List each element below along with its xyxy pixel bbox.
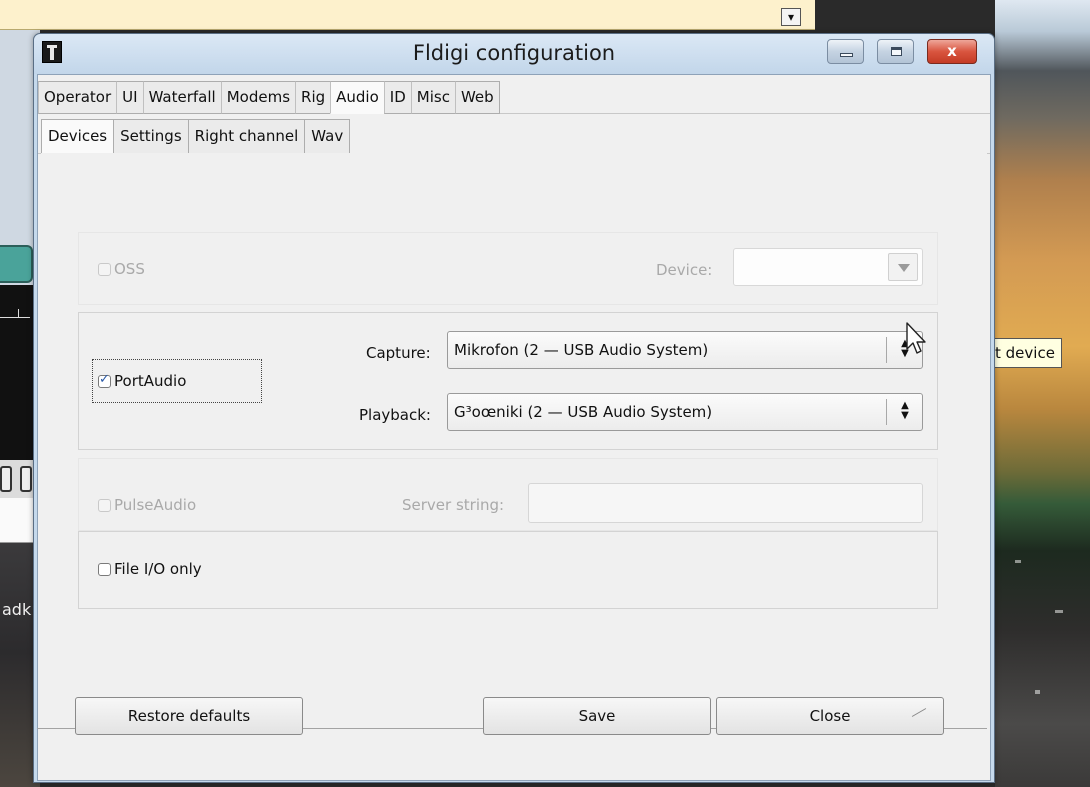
desktop-wallpaper	[995, 0, 1090, 787]
playback-device-value: G³oœniki (2 — USB Audio System)	[454, 403, 713, 421]
oss-checkbox[interactable]: OSS	[98, 260, 145, 278]
tab-id[interactable]: ID	[383, 81, 411, 114]
tab-modems[interactable]: Modems	[220, 81, 296, 114]
file-io-checkbox-box	[98, 562, 111, 576]
tab-rig[interactable]: Rig	[295, 81, 331, 114]
playback-label: Playback:	[359, 406, 431, 424]
file-io-checkbox[interactable]: File I/O only	[98, 560, 202, 578]
main-tab-bar: Operator UI Waterfall Modems Rig Audio I…	[38, 81, 500, 114]
file-io-group: File I/O only	[78, 531, 938, 609]
background-window-top	[0, 0, 815, 30]
tab-wav[interactable]: Wav	[304, 119, 351, 154]
oss-label: OSS	[114, 260, 145, 278]
playback-device-select[interactable]: G³oœniki (2 — USB Audio System) ▲ ▼	[447, 393, 923, 431]
minimize-icon	[840, 53, 853, 57]
minimize-button[interactable]	[827, 39, 864, 64]
file-io-label: File I/O only	[114, 560, 202, 578]
device-label: Device:	[656, 261, 713, 279]
window-close-button[interactable]: x	[927, 39, 977, 64]
pulseaudio-group: PulseAudio Server string:	[78, 458, 938, 531]
portaudio-checkbox-box	[98, 372, 111, 388]
pulseaudio-checkbox[interactable]: PulseAudio	[98, 496, 196, 514]
tab-web[interactable]: Web	[454, 81, 500, 114]
tab-operator[interactable]: Operator	[38, 81, 117, 114]
server-string-label: Server string:	[402, 496, 505, 514]
chevron-down-icon	[888, 253, 918, 281]
mouse-pointer-icon	[906, 322, 926, 354]
dialog-content: Operator UI Waterfall Modems Rig Audio I…	[37, 74, 991, 781]
close-button[interactable]: Close	[716, 697, 944, 735]
background-tooltip: t device	[988, 338, 1062, 368]
maximize-icon	[891, 47, 902, 56]
devices-panel: OSS Device: PortAudio Capture: Mikrofon …	[41, 153, 987, 765]
maximize-button[interactable]	[877, 39, 914, 64]
oss-device-select[interactable]	[733, 248, 923, 286]
tab-devices[interactable]: Devices	[41, 119, 114, 154]
tab-right-channel[interactable]: Right channel	[187, 119, 305, 154]
pulseaudio-label: PulseAudio	[114, 496, 197, 514]
tab-misc[interactable]: Misc	[410, 81, 455, 114]
server-string-input[interactable]	[528, 483, 923, 523]
resize-grip-icon[interactable]	[911, 706, 929, 720]
tab-ui[interactable]: UI	[116, 81, 143, 114]
audio-sub-tab-bar: Devices Settings Right channel Wav	[41, 119, 351, 154]
restore-defaults-button[interactable]: Restore defaults	[75, 697, 303, 735]
background-partial-text: adk	[2, 600, 32, 619]
portaudio-label: PortAudio	[114, 372, 187, 390]
tab-settings[interactable]: Settings	[113, 119, 188, 154]
tab-audio[interactable]: Audio	[330, 81, 384, 114]
capture-label: Capture:	[366, 344, 431, 362]
portaudio-checkbox[interactable]: PortAudio	[98, 372, 186, 390]
capture-device-value: Mikrofon (2 — USB Audio System)	[454, 341, 709, 359]
tab-waterfall[interactable]: Waterfall	[142, 81, 221, 114]
fldigi-configuration-window: Fldigi configuration x Operator UI Water…	[33, 33, 995, 783]
title-bar[interactable]: Fldigi configuration x	[34, 34, 994, 74]
oss-group: OSS Device:	[78, 232, 938, 305]
pulseaudio-checkbox-box	[98, 498, 111, 512]
up-down-arrows-icon: ▲ ▼	[901, 400, 909, 421]
background-teal-button[interactable]	[0, 245, 33, 283]
save-button[interactable]: Save	[483, 697, 711, 735]
oss-checkbox-box	[98, 262, 111, 276]
background-dropdown-arrow-icon[interactable]: ▾	[781, 8, 801, 26]
close-button-label: Close	[809, 707, 851, 725]
capture-device-select[interactable]: Mikrofon (2 — USB Audio System) ▲ ▼	[447, 331, 923, 369]
portaudio-group: PortAudio Capture: Mikrofon (2 — USB Aud…	[78, 312, 938, 450]
